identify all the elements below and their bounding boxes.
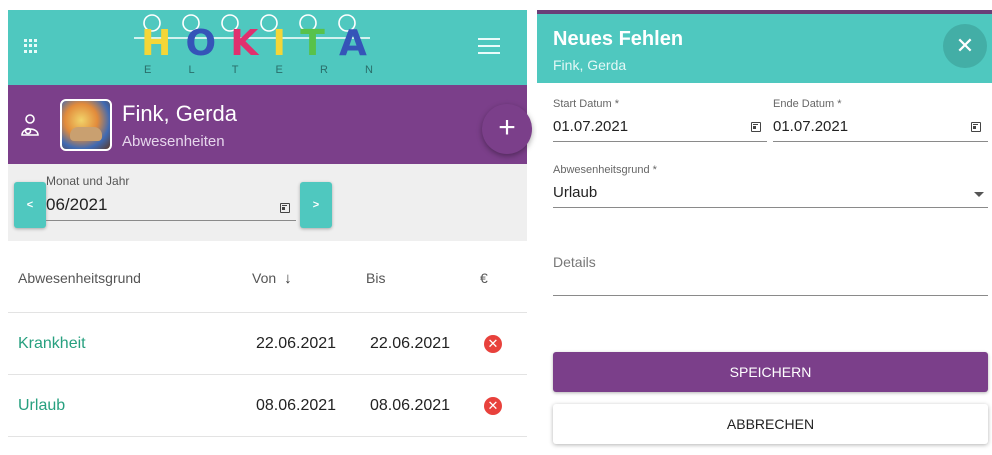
logo-sub-letter: E — [144, 64, 153, 76]
reason-label: Abwesenheitsgrund * — [553, 164, 657, 176]
calendar-icon[interactable] — [280, 203, 290, 213]
chevron-down-icon[interactable] — [974, 192, 984, 197]
logo-letter: I — [272, 23, 286, 64]
sort-down-icon: ↓ — [284, 270, 292, 287]
prev-month-button[interactable]: < — [14, 182, 46, 228]
month-label: Monat und Jahr — [46, 174, 130, 188]
logo-letter: K — [230, 23, 259, 64]
add-absence-button[interactable]: + — [482, 104, 532, 154]
end-date-label: Ende Datum * — [773, 98, 842, 110]
profile-name: Fink, Gerda — [122, 101, 237, 126]
calendar-icon[interactable] — [971, 122, 981, 132]
save-button[interactable]: SPEICHERN — [553, 352, 988, 392]
close-button[interactable]: ✕ — [943, 24, 987, 68]
logo-letter: A — [339, 23, 367, 64]
end-date-input[interactable]: 01.07.2021 — [773, 118, 988, 142]
row-grund[interactable]: Urlaub — [18, 397, 65, 415]
table-row[interactable]: Urlaub 08.06.2021 08.06.2021 ✕ — [8, 375, 527, 437]
logo-letter: H — [141, 23, 172, 64]
column-header-eur: € — [480, 270, 488, 286]
column-header-bis[interactable]: Bis — [366, 270, 385, 286]
new-absence-dialog: Neues Fehlen Fink, Gerda ✕ Start Datum *… — [537, 10, 992, 455]
absences-page: H O K I T A E L T E R N Fink, Gerda Abwe… — [8, 10, 532, 455]
table-row[interactable]: Krankheit 22.06.2021 22.06.2021 ✕ — [8, 313, 527, 375]
logo-word: H O K I T A — [134, 24, 374, 64]
header-strip — [537, 10, 992, 14]
delete-icon[interactable]: ✕ — [484, 335, 502, 353]
table-header: Abwesenheitsgrund Von ↓ Bis € — [8, 241, 527, 313]
month-input[interactable]: 06/2021 — [46, 195, 296, 221]
row-bis: 22.06.2021 — [370, 335, 451, 352]
next-month-button[interactable]: > — [300, 182, 332, 228]
app-header: H O K I T A E L T E R N — [8, 10, 527, 85]
profile-section: Abwesenheiten — [122, 133, 225, 150]
reason-select[interactable]: Urlaub — [553, 184, 988, 208]
start-date-label: Start Datum * — [553, 98, 620, 110]
avatar — [60, 99, 112, 151]
hamburger-menu-icon[interactable] — [478, 38, 500, 54]
cancel-button[interactable]: ABBRECHEN — [553, 404, 988, 444]
child-profile-bar: Fink, Gerda Abwesenheiten — [8, 85, 527, 164]
column-header-von-label: Von — [252, 270, 277, 286]
logo-sub-letter: N — [365, 64, 374, 76]
row-bis: 08.06.2021 — [370, 397, 451, 414]
hokita-logo: H O K I T A E L T E R N — [130, 12, 380, 82]
row-grund[interactable]: Krankheit — [18, 335, 86, 353]
column-header-von[interactable]: Von ↓ — [252, 270, 292, 287]
logo-letter: O — [185, 23, 217, 64]
logo-sub-letter: E — [275, 64, 284, 76]
details-field[interactable]: Details — [553, 254, 596, 270]
row-von: 22.06.2021 — [256, 335, 337, 352]
dialog-subtitle: Fink, Gerda — [553, 57, 627, 73]
calendar-icon[interactable] — [751, 122, 761, 132]
logo-letter: T — [300, 23, 325, 64]
start-date-input[interactable]: 01.07.2021 — [553, 118, 767, 142]
dialog-header: Neues Fehlen Fink, Gerda ✕ — [537, 10, 992, 83]
month-filter: < Monat und Jahr 06/2021 > — [8, 164, 527, 241]
child-icon — [21, 114, 39, 136]
logo-sub-letter: R — [319, 64, 329, 76]
dialog-title: Neues Fehlen — [553, 28, 684, 50]
logo-subtitle: E L T E R N — [144, 64, 374, 76]
delete-icon[interactable]: ✕ — [484, 397, 502, 415]
logo-sub-letter: L — [188, 64, 196, 76]
row-von: 08.06.2021 — [256, 397, 337, 414]
logo-sub-letter: T — [231, 64, 240, 76]
details-underline — [553, 295, 988, 296]
apps-grid-icon[interactable] — [24, 39, 38, 53]
column-header-grund[interactable]: Abwesenheitsgrund — [18, 270, 141, 286]
